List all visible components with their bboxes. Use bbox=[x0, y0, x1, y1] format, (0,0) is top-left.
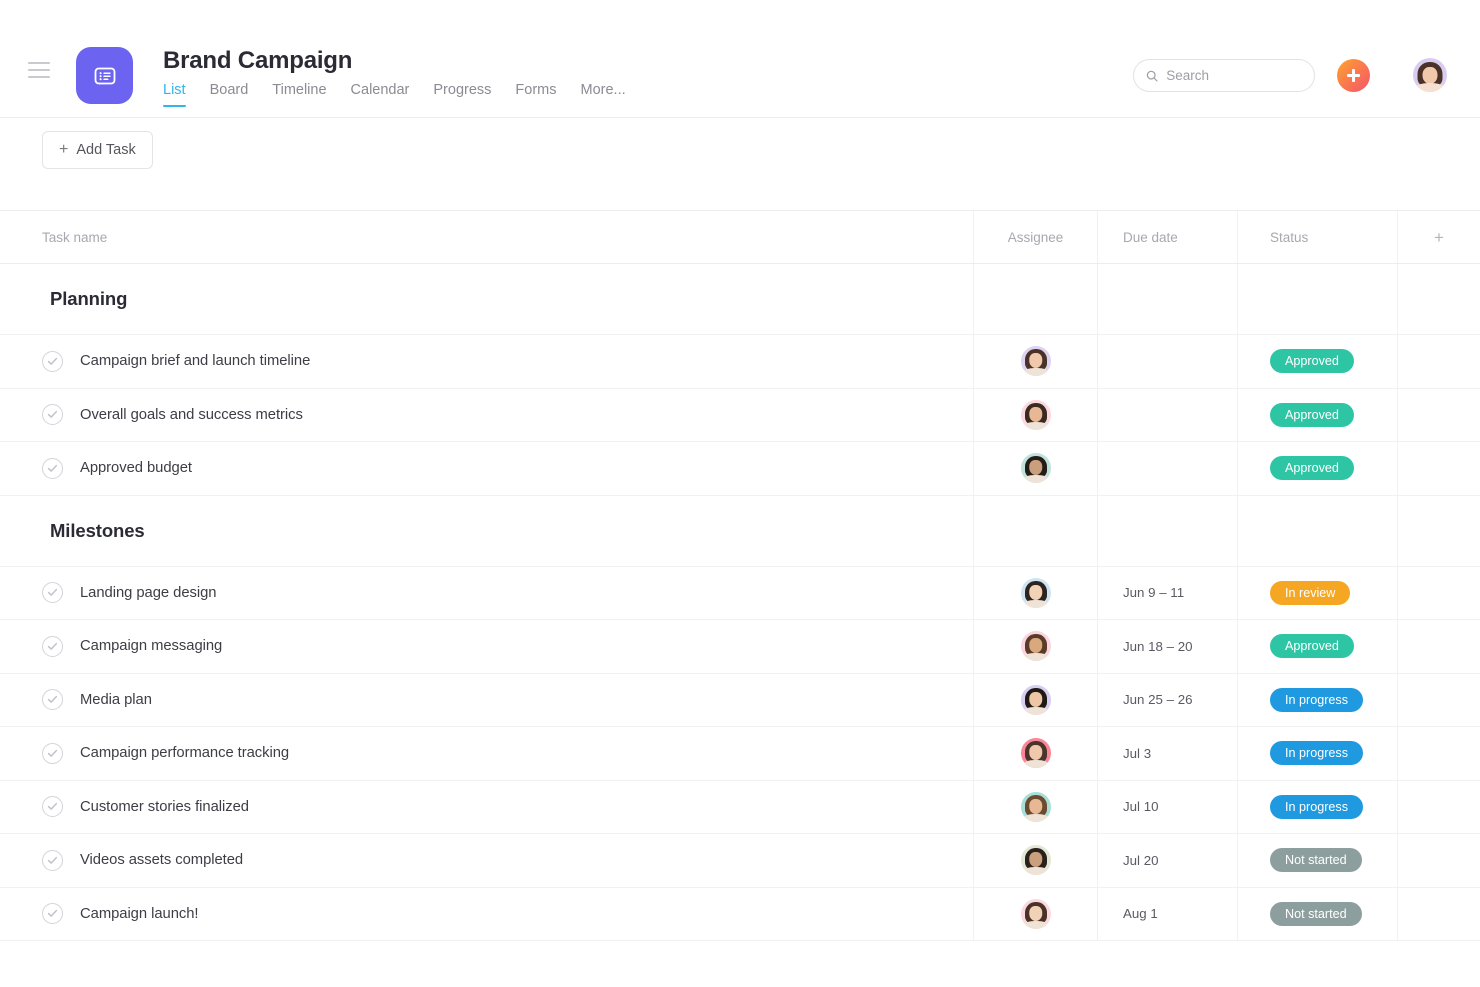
section-title: Planning bbox=[50, 288, 128, 309]
complete-task-checkbox[interactable] bbox=[42, 689, 63, 711]
column-header-task-name: Task name bbox=[42, 229, 108, 245]
table-row[interactable]: Campaign performance tracking Jul 3 In pro… bbox=[0, 727, 1480, 781]
assignee-avatar[interactable] bbox=[1020, 577, 1051, 608]
table-row[interactable]: Landing page design Jun 9 – 11 In review bbox=[0, 566, 1480, 620]
task-name: Landing page design bbox=[80, 584, 217, 601]
tab-forms[interactable]: Forms bbox=[515, 82, 556, 107]
tab-list[interactable]: List bbox=[163, 82, 186, 107]
table-header-row: Task name Assignee Due date Status + bbox=[0, 211, 1480, 264]
due-date[interactable]: Aug 1 bbox=[1123, 906, 1158, 921]
search-icon bbox=[1146, 70, 1158, 81]
tab-timeline[interactable]: Timeline bbox=[272, 82, 326, 107]
list-app-logo-icon[interactable] bbox=[76, 47, 133, 104]
table-row[interactable]: Campaign launch! Aug 1 Not started bbox=[0, 887, 1480, 941]
table-row[interactable]: Media plan Jun 25 – 26 In progress bbox=[0, 673, 1480, 727]
table-body: Planning Campaign brief and launch timeli… bbox=[0, 264, 1480, 941]
status-badge[interactable]: In progress bbox=[1270, 687, 1363, 712]
status-badge[interactable]: Not started bbox=[1270, 848, 1362, 873]
toolbar: + Add Task bbox=[0, 118, 1480, 210]
table-row[interactable]: Campaign brief and launch timeline Approv… bbox=[0, 335, 1480, 389]
status-badge[interactable]: Approved bbox=[1270, 349, 1354, 374]
add-task-button[interactable]: + Add Task bbox=[42, 131, 153, 169]
table-row[interactable]: Overall goals and success metrics Approve… bbox=[0, 388, 1480, 442]
complete-task-checkbox[interactable] bbox=[42, 635, 63, 657]
assignee-avatar[interactable] bbox=[1020, 791, 1051, 822]
status-badge[interactable]: In progress bbox=[1270, 794, 1363, 819]
status-badge[interactable]: Approved bbox=[1270, 402, 1354, 427]
title-block: Brand Campaign List Board Timeline Calen… bbox=[163, 46, 626, 107]
view-tabs: List Board Timeline Calendar Progress Fo… bbox=[163, 82, 626, 107]
assignee-avatar[interactable] bbox=[1020, 684, 1051, 715]
task-name: Campaign launch! bbox=[80, 905, 199, 922]
avatar[interactable] bbox=[1413, 58, 1447, 92]
status-badge[interactable]: In progress bbox=[1270, 741, 1363, 766]
tab-progress[interactable]: Progress bbox=[433, 82, 491, 107]
table-row[interactable]: Customer stories finalized Jul 10 In progr… bbox=[0, 780, 1480, 834]
assignee-avatar[interactable] bbox=[1020, 346, 1051, 377]
assignee-avatar[interactable] bbox=[1020, 453, 1051, 484]
add-new-button[interactable] bbox=[1337, 59, 1370, 92]
task-name: Overall goals and success metrics bbox=[80, 406, 303, 423]
task-name: Videos assets completed bbox=[80, 852, 244, 869]
add-task-label: Add Task bbox=[76, 142, 136, 158]
page-title: Brand Campaign bbox=[163, 47, 353, 74]
task-name: Campaign brief and launch timeline bbox=[80, 353, 311, 370]
assignee-avatar[interactable] bbox=[1020, 631, 1051, 662]
due-date[interactable]: Jul 10 bbox=[1123, 799, 1158, 814]
task-table: Task name Assignee Due date Status + Pla… bbox=[0, 210, 1480, 941]
section-title: Milestones bbox=[50, 519, 145, 541]
hamburger-icon[interactable] bbox=[28, 62, 50, 78]
tab-more[interactable]: More... bbox=[581, 82, 626, 107]
task-name: Campaign performance tracking bbox=[80, 745, 290, 762]
plus-icon: + bbox=[59, 141, 69, 158]
task-name: Campaign messaging bbox=[80, 638, 223, 655]
complete-task-checkbox[interactable] bbox=[42, 457, 63, 479]
status-badge[interactable]: Approved bbox=[1270, 456, 1354, 481]
task-name: Customer stories finalized bbox=[80, 798, 249, 815]
table-row[interactable]: Approved budget Approved bbox=[0, 442, 1480, 496]
assignee-avatar[interactable] bbox=[1020, 898, 1051, 929]
section-row: Planning bbox=[0, 264, 1480, 335]
complete-task-checkbox[interactable] bbox=[42, 796, 63, 818]
complete-task-checkbox[interactable] bbox=[42, 350, 63, 372]
complete-task-checkbox[interactable] bbox=[42, 849, 63, 871]
tab-calendar[interactable]: Calendar bbox=[351, 82, 410, 107]
tab-board[interactable]: Board bbox=[210, 82, 249, 107]
task-name: Media plan bbox=[80, 691, 152, 708]
assignee-avatar[interactable] bbox=[1020, 399, 1051, 430]
task-name: Approved budget bbox=[80, 460, 192, 477]
status-badge[interactable]: In review bbox=[1270, 580, 1351, 605]
complete-task-checkbox[interactable] bbox=[42, 582, 63, 604]
complete-task-checkbox[interactable] bbox=[42, 903, 63, 925]
table-row[interactable]: Videos assets completed Jul 20 Not started bbox=[0, 834, 1480, 888]
complete-task-checkbox[interactable] bbox=[42, 404, 63, 426]
due-date[interactable]: Jun 9 – 11 bbox=[1123, 585, 1184, 600]
due-date[interactable]: Jun 25 – 26 bbox=[1123, 692, 1193, 707]
column-header-assignee: Assignee bbox=[1007, 229, 1064, 245]
section-row: Milestones bbox=[0, 495, 1480, 567]
assignee-avatar[interactable] bbox=[1020, 738, 1051, 769]
complete-task-checkbox[interactable] bbox=[42, 742, 63, 764]
column-header-due-date: Due date bbox=[1123, 229, 1178, 245]
column-header-status: Status bbox=[1270, 229, 1309, 245]
assignee-avatar[interactable] bbox=[1020, 845, 1051, 876]
status-badge[interactable]: Not started bbox=[1270, 901, 1362, 926]
app-header: Brand Campaign List Board Timeline Calen… bbox=[0, 0, 1480, 118]
due-date[interactable]: Jul 3 bbox=[1123, 746, 1151, 761]
status-badge[interactable]: Approved bbox=[1270, 634, 1354, 659]
table-row[interactable]: Campaign messaging Jun 18 – 20 Approved bbox=[0, 620, 1480, 674]
due-date[interactable]: Jul 20 bbox=[1123, 853, 1158, 868]
due-date[interactable]: Jun 18 – 20 bbox=[1123, 639, 1193, 654]
search-box[interactable] bbox=[1133, 59, 1315, 92]
search-input[interactable] bbox=[1166, 68, 1302, 83]
add-column-icon[interactable]: + bbox=[1434, 229, 1444, 246]
